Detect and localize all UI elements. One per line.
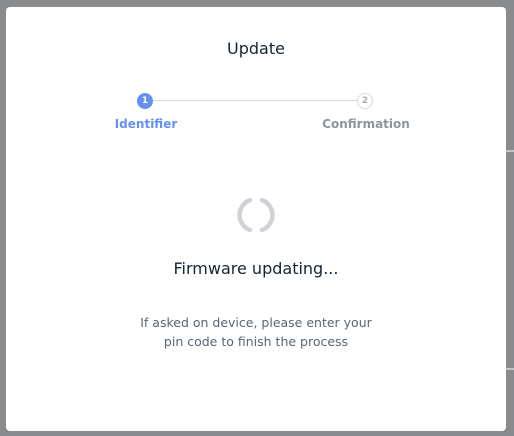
update-modal: Update 1 2 Identifier Confirmation Firmw… — [6, 7, 506, 431]
step-1-label: Identifier — [114, 117, 178, 131]
step-2-label: Confirmation — [322, 117, 410, 131]
background-row-divider — [506, 150, 514, 152]
background-row-divider — [506, 368, 514, 370]
status-text: Firmware updating... — [173, 259, 339, 278]
modal-title: Update — [227, 39, 285, 58]
loading-spinner-icon — [237, 197, 275, 233]
step-2-indicator: 2 — [357, 93, 373, 109]
step-1-indicator: 1 — [137, 93, 153, 109]
instruction-line-1: If asked on device, please enter your — [140, 315, 372, 330]
instruction-text: If asked on device, please enter your pi… — [106, 313, 406, 351]
stepper-connector-line — [151, 100, 365, 101]
instruction-line-2: pin code to finish the process — [163, 334, 349, 349]
